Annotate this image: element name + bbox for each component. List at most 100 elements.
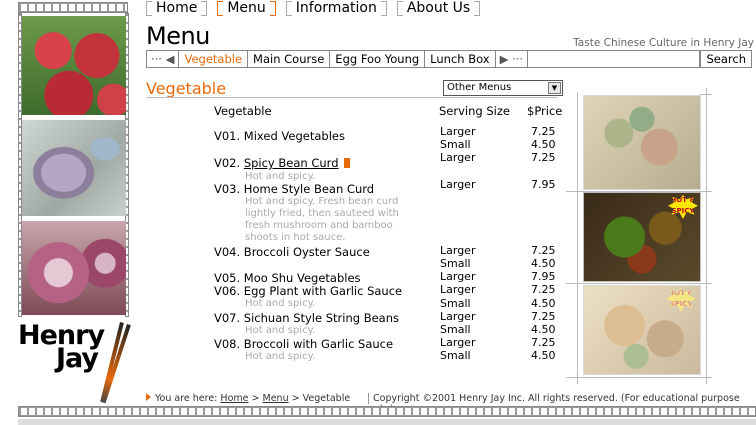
logo-jay: Jay (56, 343, 99, 374)
frame-line (566, 191, 712, 192)
top-nav: Home Menu Information About Us (146, 0, 481, 16)
bracket-icon (269, 0, 276, 16)
section-divider (146, 97, 558, 98)
price: 4.50 (531, 257, 556, 270)
breadcrumb-separator: > (251, 393, 260, 404)
breadcrumb: You are here: Home > Menu > Vegetable (146, 393, 350, 404)
price: 4.50 (531, 138, 556, 151)
breadcrumb-current: Vegetable (302, 393, 351, 404)
price: 7.95 (531, 270, 556, 283)
dish-photo: HOT & SPICY (583, 285, 701, 375)
search-button[interactable]: Search (700, 51, 751, 67)
arrow-right-icon (146, 393, 151, 401)
chevron-down-icon: ▼ (548, 82, 561, 94)
price: 7.25 (531, 310, 556, 323)
tab-next-button[interactable]: ▶ ··· (496, 51, 529, 67)
hot-spicy-badge: HOT & SPICY (668, 195, 698, 219)
menu-item-description: Hot and spicy. Fresh bean curd lightly f… (245, 196, 399, 243)
dish-photo-hot: HOT & SPICY (583, 192, 701, 282)
serving-size: Small (440, 323, 471, 336)
hot-spicy-icon (343, 158, 350, 168)
serving-size: Larger (440, 336, 476, 349)
artichoke-photo (22, 120, 126, 216)
menu-item-name: V06. Egg Plant with Garlic Sauce (214, 284, 403, 298)
breadcrumb-menu-link[interactable]: Menu (263, 393, 289, 404)
menu-item-name: V07. Sichuan Style String Beans (214, 311, 400, 325)
search-input[interactable] (528, 51, 701, 67)
tab-egg-foo-young[interactable]: Egg Foo Young (330, 51, 426, 67)
column-header-price: $Price (527, 104, 563, 118)
dish-photo (583, 95, 701, 190)
section-title: Vegetable (146, 79, 227, 98)
top-nav-menu[interactable]: Menu (217, 0, 276, 16)
price: 4.50 (531, 297, 556, 310)
category-tab-bar: ··· ◀ Vegetable Main Course Egg Foo Youn… (146, 50, 752, 68)
bracket-icon (201, 0, 208, 16)
menu-item-description: Hot and spicy. (245, 298, 316, 309)
frame-line (566, 377, 712, 378)
frame-line (566, 283, 712, 284)
frame-line (577, 92, 578, 384)
top-nav-about-us[interactable]: About Us (396, 0, 481, 16)
price: 7.95 (531, 178, 556, 191)
serving-size: Small (440, 138, 471, 151)
menu-item-name: V03. Home Style Bean Curd (214, 182, 375, 196)
bottom-bar (18, 419, 756, 425)
menu-item-prefix: V02. (214, 156, 244, 170)
serving-size: Larger (440, 283, 476, 296)
breadcrumb-home-link[interactable]: Home (220, 393, 248, 404)
frame-line (700, 94, 712, 95)
serving-size: Larger (440, 151, 476, 164)
column-header-serving-size: Serving Size (439, 104, 510, 118)
top-nav-home[interactable]: Home (146, 0, 208, 16)
serving-size: Small (440, 257, 471, 270)
page-title: Menu (146, 22, 210, 50)
top-nav-information[interactable]: Information (285, 0, 387, 16)
bracket-icon (217, 0, 224, 16)
tagline: Taste Chinese Culture in Henry Jay (573, 37, 754, 49)
menu-item-name: V04. Broccoli Oyster Sauce (214, 245, 370, 259)
menu-item-link[interactable]: Spicy Bean Curd (244, 156, 339, 170)
radish-photo (22, 16, 126, 115)
hot-spicy-badge: HOT & SPICY (666, 288, 696, 312)
tab-prev-button[interactable]: ··· ◀ (147, 51, 180, 67)
onion-photo (22, 221, 126, 315)
serving-size: Larger (440, 125, 476, 138)
serving-size: Larger (440, 270, 476, 283)
serving-size: Small (440, 297, 471, 310)
bracket-icon (285, 0, 292, 16)
top-nav-information-label[interactable]: Information (296, 0, 377, 16)
top-nav-home-label[interactable]: Home (156, 0, 197, 16)
bracket-icon (474, 0, 481, 16)
menu-item-name: V08. Broccoli with Garlic Sauce (214, 337, 394, 351)
top-nav-menu-label[interactable]: Menu (227, 0, 265, 16)
menu-item-description: Hot and spicy. (245, 325, 316, 336)
menu-item-description: Hot and spicy. (245, 351, 316, 362)
serving-size: Larger (440, 244, 476, 257)
price: 7.25 (531, 151, 556, 164)
price: 4.50 (531, 323, 556, 336)
tab-lunch-box[interactable]: Lunch Box (425, 51, 496, 67)
breadcrumb-separator: > (291, 393, 300, 404)
top-nav-about-us-label[interactable]: About Us (407, 0, 470, 16)
price: 7.25 (531, 336, 556, 349)
bracket-icon (146, 0, 152, 16)
price: 7.25 (531, 125, 556, 138)
tab-main-course[interactable]: Main Course (248, 51, 331, 67)
menu-item-name: V02. Spicy Bean Curd (214, 156, 350, 170)
bracket-icon (396, 0, 403, 16)
other-menus-select-value: Other Menus (447, 82, 512, 93)
menu-item-name: V05. Moo Shu Vegetables (214, 271, 361, 285)
bracket-icon (380, 0, 387, 16)
tab-vegetable[interactable]: Vegetable (179, 51, 249, 67)
price: 7.25 (531, 244, 556, 257)
greek-key-border-bottom (18, 406, 756, 417)
serving-size: Larger (440, 178, 476, 191)
serving-size: Small (440, 349, 471, 362)
menu-item-name: V01. Mixed Vegetables (214, 129, 345, 143)
price: 7.25 (531, 283, 556, 296)
other-menus-select[interactable]: Other Menus ▼ (443, 80, 563, 96)
breadcrumb-prefix: You are here: (155, 393, 218, 404)
column-header-vegetable: Vegetable (214, 104, 272, 118)
price: 4.50 (531, 349, 556, 362)
